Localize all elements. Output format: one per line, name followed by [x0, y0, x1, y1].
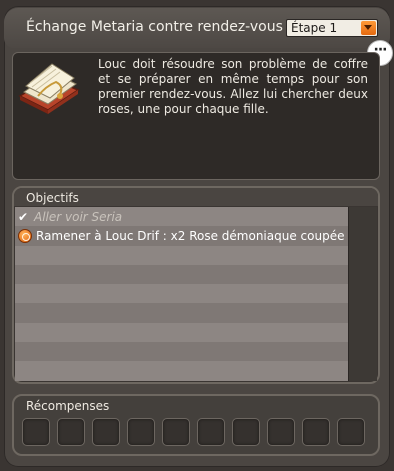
empty-row	[15, 361, 348, 381]
reward-slot[interactable]	[302, 418, 330, 446]
objective-label: Aller voir Seria	[34, 209, 123, 224]
empty-row	[15, 284, 348, 304]
objectives-list: ✔ Aller voir Seria Ramener à Louc Drif :…	[15, 207, 348, 381]
reward-slot[interactable]	[197, 418, 225, 446]
reward-slots	[22, 418, 365, 446]
objective-item[interactable]: Ramener à Louc Drif : x2 Rose démoniaque…	[15, 226, 348, 246]
empty-row	[15, 303, 348, 323]
reward-slot[interactable]	[127, 418, 155, 446]
reward-slot[interactable]	[22, 418, 50, 446]
quest-description: Louc doit résoudre son problème de coffr…	[98, 57, 368, 116]
rewards-header: Récompenses	[26, 399, 110, 413]
quest-book-icon	[18, 63, 80, 114]
reward-slot[interactable]	[267, 418, 295, 446]
step-dropdown-value: Étape 1	[291, 21, 338, 35]
objectives-header: Objectifs	[26, 191, 79, 205]
quest-title: Échange Metaria contre rendez-vous	[26, 19, 283, 35]
chevron-down-icon[interactable]	[361, 21, 376, 35]
objectives-scrollbar[interactable]	[348, 207, 377, 381]
reward-slot[interactable]	[232, 418, 260, 446]
step-dropdown[interactable]: Étape 1	[286, 19, 378, 37]
objective-item[interactable]: ✔ Aller voir Seria	[15, 207, 348, 227]
reward-slot[interactable]	[57, 418, 85, 446]
reward-slot[interactable]	[337, 418, 365, 446]
action-icon	[18, 228, 32, 243]
reward-slot[interactable]	[162, 418, 190, 446]
empty-row	[15, 322, 348, 343]
empty-row	[15, 245, 348, 265]
empty-row	[15, 264, 348, 285]
objective-label: Ramener à Louc Drif : x2 Rose démoniaque…	[36, 228, 345, 243]
reward-slot[interactable]	[92, 418, 120, 446]
check-icon: ✔	[18, 209, 29, 224]
empty-row	[15, 342, 348, 362]
